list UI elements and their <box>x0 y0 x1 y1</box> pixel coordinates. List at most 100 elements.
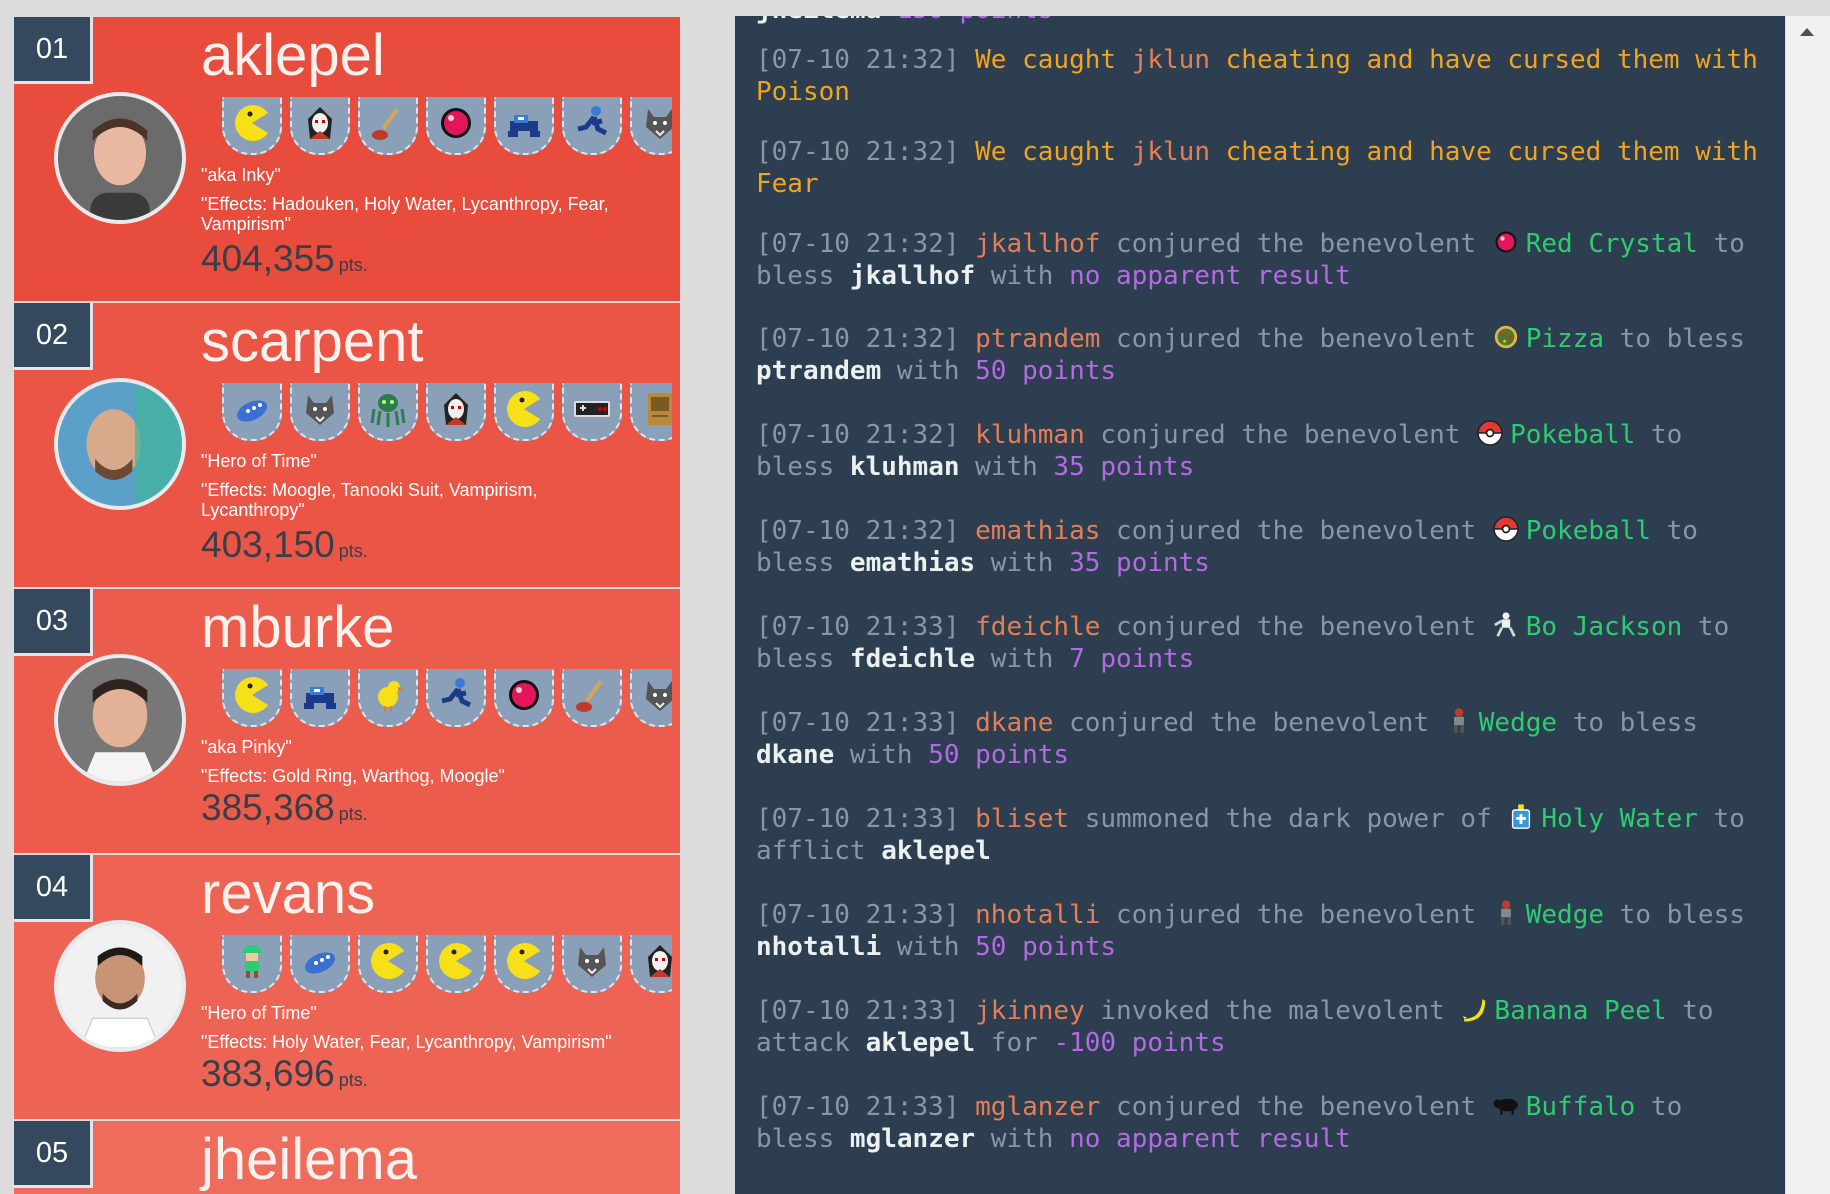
log-target[interactable]: jkallhof <box>850 261 975 291</box>
log-item[interactable]: Wedge <box>1479 708 1557 738</box>
log-user[interactable]: ptrandem <box>975 324 1100 354</box>
log-result: no apparent result <box>1069 1124 1351 1154</box>
log-target[interactable]: jheilema <box>756 16 881 25</box>
username[interactable]: aklepel <box>201 27 385 85</box>
log-user[interactable]: jkallhof <box>975 229 1100 259</box>
log-target[interactable]: kluhman <box>850 452 960 482</box>
log-user[interactable]: bliset <box>975 804 1069 834</box>
log-item[interactable]: Pokeball <box>1526 516 1651 546</box>
effect-badge[interactable] <box>630 383 672 441</box>
effect-badge[interactable] <box>494 97 554 155</box>
log-text: invoked the malevolent <box>1084 996 1461 1026</box>
leaderboard-card[interactable]: 05 jheilema <box>14 1121 680 1194</box>
scrollbar[interactable] <box>1786 16 1830 1194</box>
effect-badge[interactable] <box>562 97 622 155</box>
effect-badge[interactable] <box>358 935 418 993</box>
log-timestamp: [07-10 21:32] <box>756 229 976 259</box>
effect-badge[interactable] <box>630 669 672 727</box>
score-unit: pts. <box>338 1070 368 1090</box>
log-timestamp: [07-10 21:32] <box>756 516 976 546</box>
log-text: to bless <box>1557 708 1698 738</box>
log-entry: [07-10 21:33] bliset summoned the dark p… <box>756 803 1761 867</box>
log-result: 35 points <box>1053 452 1195 482</box>
effect-badge[interactable] <box>358 669 418 727</box>
log-user[interactable]: dkane <box>975 708 1053 738</box>
effect-badge[interactable] <box>222 97 282 155</box>
log-item[interactable]: Pokeball <box>1510 420 1635 450</box>
log-user[interactable]: jklun <box>1132 137 1210 167</box>
avatar <box>54 654 186 786</box>
log-target[interactable]: ptrandem <box>756 356 881 386</box>
avatar <box>54 378 186 510</box>
log-user[interactable]: fdeichle <box>975 612 1100 642</box>
log-item[interactable]: Holy Water <box>1541 804 1698 834</box>
effect-badge[interactable] <box>290 935 350 993</box>
effects-quote: "Effects: Moogle, Tanooki Suit, Vampiris… <box>201 480 538 520</box>
effect-badge[interactable] <box>222 383 282 441</box>
effect-badge[interactable] <box>222 935 282 993</box>
log-entry: [07-10 21:33] jkinney invoked the malevo… <box>756 995 1761 1059</box>
effect-badge[interactable] <box>494 383 554 441</box>
effect-badge[interactable] <box>290 97 350 155</box>
effect-badge[interactable] <box>426 935 486 993</box>
effect-badge[interactable] <box>630 97 672 155</box>
username[interactable]: jheilema <box>201 1131 417 1189</box>
effect-badge[interactable] <box>426 669 486 727</box>
red-crystal-icon <box>1492 228 1520 256</box>
effect-badge[interactable] <box>358 97 418 155</box>
log-result: no apparent result <box>1069 261 1351 291</box>
title-quote: "Hero of Time" <box>201 1003 317 1023</box>
username[interactable]: mburke <box>201 599 394 657</box>
score-unit: pts. <box>338 255 368 275</box>
pokeball-icon <box>1492 515 1520 543</box>
effect-badge[interactable] <box>290 669 350 727</box>
effect-badge[interactable] <box>562 935 622 993</box>
log-entry: [07-10 21:32] We caught jklun cheating a… <box>756 44 1761 108</box>
log-target[interactable]: dkane <box>756 740 834 770</box>
leaderboard-card[interactable]: 03 mburke "aka Pinky" "Effects: Gold Rin… <box>14 589 680 853</box>
log-user[interactable]: jkinney <box>975 996 1085 1026</box>
log-item[interactable]: Red Crystal <box>1526 229 1698 259</box>
leaderboard-card[interactable]: 04 revans "Hero of Time" "Effects: Holy … <box>14 855 680 1119</box>
score-value: 383,696 <box>201 1053 335 1094</box>
log-item[interactable]: Bo Jackson <box>1526 612 1683 642</box>
log-target[interactable]: emathias <box>850 548 975 578</box>
log-user[interactable]: mglanzer <box>975 1092 1100 1122</box>
log-target[interactable]: mglanzer <box>850 1124 975 1154</box>
activity-log[interactable]: jheilema 150 points [07-10 21:32] We caug… <box>735 16 1785 1194</box>
log-target[interactable]: nhotalli <box>756 932 881 962</box>
log-text: for <box>975 1028 1054 1058</box>
effect-badge[interactable] <box>562 383 622 441</box>
effect-badge[interactable] <box>426 383 486 441</box>
log-gap <box>881 16 897 25</box>
badge-row <box>222 383 672 447</box>
log-target[interactable]: fdeichle <box>850 644 975 674</box>
log-entry: [07-10 21:33] nhotalli conjured the bene… <box>756 899 1761 963</box>
wedge-icon <box>1445 707 1473 735</box>
log-user[interactable]: jklun <box>1132 45 1210 75</box>
effect-badge[interactable] <box>630 935 672 993</box>
log-entry: [07-10 21:32] We caught jklun cheating a… <box>756 136 1761 200</box>
log-user[interactable]: kluhman <box>975 420 1085 450</box>
effect-badge[interactable] <box>222 669 282 727</box>
effect-badge[interactable] <box>494 669 554 727</box>
effect-badge[interactable] <box>426 97 486 155</box>
scroll-up-arrow-icon[interactable] <box>1800 28 1814 36</box>
log-item[interactable]: Buffalo <box>1526 1092 1636 1122</box>
rank-badge: 03 <box>14 589 93 656</box>
effect-badge[interactable] <box>562 669 622 727</box>
effect-badge[interactable] <box>494 935 554 993</box>
effect-badge[interactable] <box>290 383 350 441</box>
log-user[interactable]: nhotalli <box>975 900 1100 930</box>
effect-badge[interactable] <box>358 383 418 441</box>
log-target[interactable]: aklepel <box>866 1028 976 1058</box>
log-target[interactable]: aklepel <box>881 836 991 866</box>
log-item[interactable]: Pizza <box>1526 324 1604 354</box>
leaderboard-card[interactable]: 01 aklepel "aka Inky" "Effects: Hadouken… <box>14 17 680 301</box>
log-item[interactable]: Banana Peel <box>1494 996 1666 1026</box>
log-item[interactable]: Wedge <box>1526 900 1604 930</box>
leaderboard-card[interactable]: 02 scarpent "Hero of Time" "Effects: Moo… <box>14 303 680 587</box>
username[interactable]: scarpent <box>201 313 423 371</box>
log-user[interactable]: emathias <box>975 516 1100 546</box>
username[interactable]: revans <box>201 865 375 923</box>
